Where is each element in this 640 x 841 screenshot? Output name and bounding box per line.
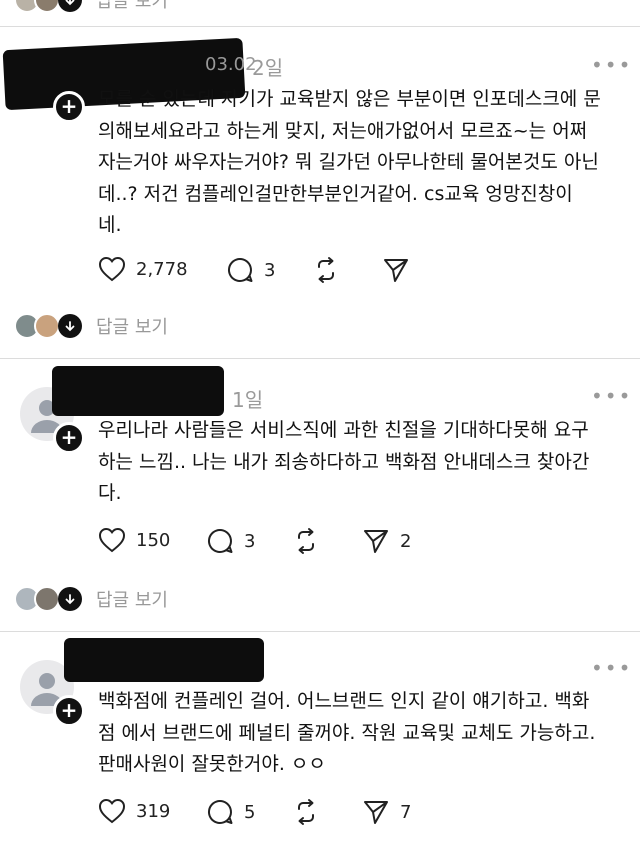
share-icon xyxy=(384,259,408,282)
chevron-down-icon xyxy=(58,0,82,12)
share-count: 7 xyxy=(400,801,412,823)
redacted-name xyxy=(52,366,224,416)
view-replies[interactable]: 답글 보기 xyxy=(14,585,168,613)
plus-icon[interactable]: + xyxy=(53,422,85,454)
top-partial-reply-row[interactable]: 답글 보기 xyxy=(14,0,168,13)
share-button[interactable]: 2 xyxy=(362,527,411,555)
share-button[interactable]: 7 xyxy=(362,798,411,826)
post-time: 1일 xyxy=(232,388,264,412)
like-button[interactable]: 319 xyxy=(98,798,170,824)
chevron-down-icon xyxy=(58,314,82,338)
repost-button[interactable] xyxy=(312,256,340,284)
heart-icon xyxy=(98,527,126,553)
like-button[interactable]: 2,778 xyxy=(98,256,188,282)
comment-count: 3 xyxy=(244,530,256,552)
reply-avatar xyxy=(34,586,60,612)
reply-avatar xyxy=(34,0,60,13)
share-icon xyxy=(364,801,388,824)
reply-label: 답글 보기 xyxy=(96,317,168,338)
repost-icon xyxy=(298,528,314,554)
reply-avatar xyxy=(34,313,60,339)
like-button[interactable]: 150 xyxy=(98,527,170,553)
share-button[interactable] xyxy=(382,256,410,284)
heart-icon xyxy=(98,798,126,824)
reply-label: 답글 보기 xyxy=(96,0,168,12)
reply-label: 답글 보기 xyxy=(96,590,168,611)
repost-button[interactable] xyxy=(292,798,320,826)
post-time: 2일 xyxy=(252,56,284,80)
comment-count: 5 xyxy=(244,801,256,823)
repost-button[interactable] xyxy=(292,527,320,555)
comment-icon xyxy=(228,257,253,282)
share-count: 2 xyxy=(400,530,412,552)
post-text: 우리나라 사람들은 서비스직에 과한 친절을 기대하다못해 요구 하는 느낌..… xyxy=(98,419,590,504)
repost-icon xyxy=(318,257,334,283)
comment-icon xyxy=(208,528,233,553)
partial-username: 03.02 xyxy=(205,54,257,75)
repost-icon xyxy=(298,799,314,825)
divider xyxy=(0,631,640,632)
comment-button[interactable]: 5 xyxy=(206,798,255,826)
redacted-name xyxy=(64,638,264,682)
post-text: 백화점에 컨플레인 걸어. 어느브랜드 인지 같이 얘기하고. 백화 점 에서 … xyxy=(98,690,596,775)
more-icon[interactable]: ••• xyxy=(591,384,632,408)
divider xyxy=(0,26,640,27)
share-icon xyxy=(364,530,388,553)
heart-icon xyxy=(98,256,126,282)
like-count: 319 xyxy=(136,800,171,822)
post-text: 모를 순 있는데 자기가 교육받지 않은 부분이면 인포데스크에 문 의해보세요… xyxy=(98,88,601,236)
divider xyxy=(0,358,640,359)
like-count: 2,778 xyxy=(136,258,188,280)
plus-icon[interactable]: + xyxy=(53,695,85,727)
comment-button[interactable]: 3 xyxy=(206,527,255,555)
more-icon[interactable]: ••• xyxy=(591,53,632,77)
comment-icon xyxy=(208,799,233,824)
comment-count: 3 xyxy=(264,259,276,281)
plus-icon[interactable]: + xyxy=(53,91,85,123)
comment-button[interactable]: 3 xyxy=(226,256,275,284)
view-replies[interactable]: 답글 보기 xyxy=(14,312,168,340)
more-icon[interactable]: ••• xyxy=(591,656,632,680)
like-count: 150 xyxy=(136,529,171,551)
chevron-down-icon xyxy=(58,587,82,611)
